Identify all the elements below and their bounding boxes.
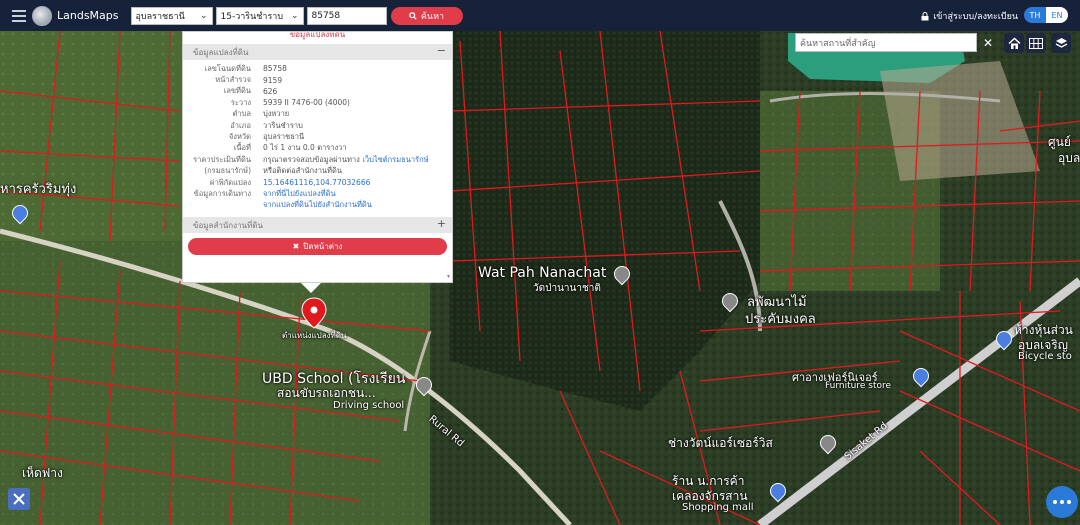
info-key: จังหวัด [228, 132, 251, 142]
collapse-icon[interactable]: − [437, 44, 446, 57]
info-key: ข้อมูลการเดินทาง [193, 189, 251, 198]
treasury-link[interactable]: เว็บไซต์กรมธนารักษ์ [362, 154, 428, 166]
info-row: จากแปลงที่ดินไปยังสำนักงานที่ดิน [183, 200, 452, 211]
panel-pointer [301, 283, 321, 293]
info-key: ตำบล [232, 109, 251, 119]
info-key: ราคาประเมินที่ดิน [193, 154, 251, 164]
clear-search-icon[interactable]: ✕ [980, 33, 996, 52]
info-value: อุบลราชธานี [263, 132, 305, 142]
info-row: หน้าสำรวจ 9159 [183, 74, 452, 85]
info-key: ระวาง [230, 97, 251, 107]
place-shop-3: Shopping mall [682, 502, 754, 513]
info-key: หน้าสำรวจ [215, 75, 251, 85]
province-select[interactable]: อุบลราชธานี ⌄ [130, 6, 213, 25]
section-parcel-info[interactable]: ข้อมูลแปลงที่ดิน − [183, 44, 452, 60]
coordinates-link[interactable]: 15.16461116,104.77032666 [263, 178, 370, 187]
measure-tool-icon[interactable] [8, 488, 30, 510]
info-key: ค่าพิกัดแปลง [209, 177, 251, 187]
province-select-value: อุบลราชธานี [135, 11, 185, 22]
panel-top-link[interactable]: ข้อมูลแปลงที่ดิน [183, 32, 452, 44]
place-right-edge-2: อุบล [1058, 151, 1080, 165]
lang-th[interactable]: TH [1024, 7, 1046, 23]
district-select[interactable]: 15-วารินชำราบ ⌄ [215, 6, 304, 25]
lock-icon [921, 11, 929, 20]
info-key: อำเภอ [230, 120, 251, 130]
section-parcel-info-title: ข้อมูลแปลงที่ดิน [193, 47, 249, 57]
directions-to-office-link[interactable]: จากแปลงที่ดินไปยังสำนักงานที่ดิน [263, 199, 372, 211]
language-toggle[interactable]: TH EN [1024, 7, 1068, 23]
place-prasop: ประคับมงคล [745, 312, 816, 327]
chevron-down-icon: ⌄ [290, 10, 299, 21]
close-window-label: ปิดหน้าต่าง [303, 242, 343, 252]
info-key: เลขโฉนดที่ดิน [204, 63, 251, 73]
directions-to-parcel-link[interactable]: จากที่นี่ไปยังแปลงที่ดิน [263, 188, 336, 200]
place-furniture-en: Furniture store [825, 381, 892, 391]
info-value: วารินชำราบ [263, 120, 303, 130]
place-chang[interactable]: ช่างวัตน์แอร์เซอร์วิส [668, 434, 773, 453]
search-icon [409, 11, 417, 20]
info-key: เนื้อที่ [233, 143, 251, 153]
place-restaurant[interactable]: หารครัวริมทุ่ง [0, 178, 76, 199]
info-row: เนื้อที่ 0 ไร่ 1 งาน 0.0 ตารางวา [183, 143, 452, 154]
parcel-info-rows: เลขโฉนดที่ดิน 85758 หน้าสำรวจ 9159 เลขที่ด… [183, 60, 452, 211]
info-row: เลขโฉนดที่ดิน 85758 [183, 63, 452, 74]
info-value: 5939 II 7476-00 (4000) [263, 98, 350, 108]
search-button-label: ค้นหา [420, 11, 445, 22]
section-land-office[interactable]: ข้อมูลสำนักงานที่ดิน + [183, 217, 452, 234]
expand-icon[interactable]: + [437, 217, 446, 230]
chat-bubble-icon[interactable] [1046, 486, 1078, 518]
info-row: อำเภอ วารินชำราบ [183, 120, 452, 131]
logo-icon [32, 5, 52, 26]
info-key: เลขที่ดิน [223, 86, 251, 96]
close-icon: ✖ [292, 242, 300, 252]
info-row: เลขที่ดิน 626 [183, 86, 452, 97]
poi-search-input[interactable]: ค้นหาสถานที่สำคัญ [795, 33, 977, 52]
scroll-indicator-icon[interactable]: ▾ [447, 273, 450, 280]
chevron-down-icon: ⌄ [199, 10, 208, 21]
info-row: ข้อมูลการเดินทาง จากที่นี่ไปยังแปลงที่ดิน [183, 188, 452, 199]
login-link[interactable]: เข้าสู่ระบบ/ลงทะเบียน [921, 9, 1018, 23]
info-value: หรือติดต่อสำนักงานที่ดิน [263, 166, 342, 176]
parcel-info-panel: ข้อมูลแปลงที่ดิน ข้อมูลแปลงที่ดิน − เลขโ… [182, 31, 453, 283]
place-bottom-left: เห็ดฟาง [22, 466, 63, 480]
info-value: 626 [263, 86, 278, 96]
map-view[interactable]: ตำแหน่งแปลงที่ดิน Wat Pah Nanachat วัดป่… [0, 31, 1080, 525]
grid-icon[interactable] [1026, 33, 1046, 53]
close-window-button[interactable]: ✖ ปิดหน้าต่าง [188, 238, 447, 256]
place-wat-th: วัดป่านานาชาติ [533, 283, 601, 294]
info-value: บุ่งหวาย [263, 109, 290, 119]
place-bicycle: Bicycle sto [1018, 351, 1072, 362]
info-value: 9159 [263, 75, 283, 85]
info-row: ค่าพิกัดแปลง 15.16461116,104.77032666 [183, 177, 452, 188]
section-land-office-title: ข้อมูลสำนักงานที่ดิน [193, 220, 263, 230]
info-row: ตำบล บุ่งหวาย [183, 109, 452, 120]
place-wat[interactable]: Wat Pah Nanachat [478, 265, 606, 281]
info-value: 0 ไร่ 1 งาน 0.0 ตารางวา [263, 143, 347, 153]
info-row: ระวาง 5939 II 7476-00 (4000) [183, 97, 452, 108]
lang-en[interactable]: EN [1046, 7, 1068, 23]
info-value: กรุณาตรวจสอบข้อมูลผ่านทาง [263, 154, 360, 164]
info-row: (กรมธนารักษ์) หรือติดต่อสำนักงานที่ดิน [183, 166, 452, 177]
pin-label: ตำแหน่งแปลงที่ดิน [282, 331, 347, 340]
home-icon[interactable] [1004, 33, 1024, 53]
info-row: จังหวัด อุบลราชธานี [183, 131, 452, 142]
brand-name: LandsMaps [57, 9, 119, 22]
menu-icon[interactable] [12, 7, 26, 25]
info-row: ราคาประเมินที่ดิน กรุณาตรวจสอบข้อมูลผ่านท… [183, 154, 452, 165]
info-key: (กรมธนารักษ์) [204, 166, 251, 176]
login-label: เข้าสู่ระบบ/ลงทะเบียน [933, 12, 1018, 22]
info-value: 85758 [263, 64, 287, 74]
top-bar: LandsMaps อุบลราชธานี ⌄ 15-วารินชำราบ ⌄ … [0, 0, 1080, 31]
district-select-value: 15-วารินชำราบ [220, 11, 284, 22]
search-button[interactable]: ค้นหา [390, 6, 463, 25]
place-school-3: Driving school [333, 400, 405, 411]
parcel-number-input[interactable]: 85758 [306, 6, 387, 25]
layers-icon[interactable] [1051, 33, 1071, 53]
